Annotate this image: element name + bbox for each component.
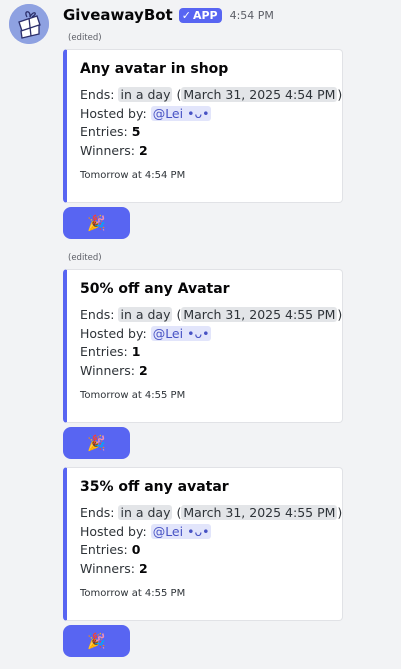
- party-popper-icon: 🎉: [87, 434, 106, 452]
- entries-count: 1: [131, 344, 141, 359]
- ends-relative-timestamp[interactable]: in a day: [118, 307, 173, 322]
- entries-count: 5: [131, 124, 141, 139]
- winners-count: 2: [138, 142, 148, 158]
- ends-line: Ends: in a day (March 31, 2025 4:55 PM): [80, 307, 343, 322]
- app-badge-label: APP: [192, 8, 218, 22]
- winners-label: Winners:: [80, 142, 135, 158]
- embed-footer-timestamp: Tomorrow at 4:54 PM: [80, 170, 186, 181]
- giveaway-embed: Any avatar in shop Ends: in a day (March…: [63, 49, 343, 203]
- winners-count: 2: [138, 560, 148, 576]
- entries-label: Entries:: [80, 344, 128, 359]
- host-mention[interactable]: @Lei •ᴗ•: [150, 523, 212, 539]
- verified-check-icon: ✓: [181, 8, 191, 22]
- enter-giveaway-button[interactable]: 🎉: [63, 625, 130, 657]
- enter-giveaway-button[interactable]: 🎉: [63, 207, 130, 239]
- entries-line: Entries: 5: [80, 123, 330, 142]
- party-popper-icon: 🎉: [87, 632, 106, 650]
- edited-label: (edited): [68, 253, 102, 263]
- winners-line: Winners: 2: [80, 560, 330, 579]
- ends-line: Ends: in a day (March 31, 2025 4:55 PM): [80, 505, 343, 520]
- hosted-line: Hosted by: @Lei •ᴗ•: [80, 325, 330, 344]
- embed-title: Any avatar in shop: [80, 61, 229, 77]
- host-mention[interactable]: @Lei •ᴗ•: [150, 105, 212, 121]
- winners-line: Winners: 2: [80, 142, 330, 161]
- giveaway-bot-avatar-icon: [9, 4, 49, 44]
- message-header: GiveawayBot ✓ APP 4:54 PM: [63, 5, 274, 25]
- entries-line: Entries: 1: [80, 343, 330, 362]
- bot-username[interactable]: GiveawayBot: [63, 6, 173, 24]
- hosted-label: Hosted by:: [80, 523, 147, 539]
- hosted-label: Hosted by:: [80, 325, 147, 341]
- app-badge: ✓ APP: [178, 7, 222, 23]
- ends-label: Ends:: [80, 307, 115, 322]
- host-mention[interactable]: @Lei •ᴗ•: [150, 325, 212, 341]
- ends-relative-timestamp[interactable]: in a day: [118, 505, 173, 520]
- embed-footer-timestamp: Tomorrow at 4:55 PM: [80, 390, 186, 401]
- embed-title: 50% off any Avatar: [80, 281, 230, 297]
- hosted-line: Hosted by: @Lei •ᴗ•: [80, 523, 330, 542]
- winners-line: Winners: 2: [80, 362, 330, 381]
- bot-avatar[interactable]: [9, 4, 49, 44]
- ends-absolute-timestamp[interactable]: March 31, 2025 4:54 PM: [181, 87, 338, 102]
- enter-giveaway-button[interactable]: 🎉: [63, 427, 130, 459]
- ends-absolute-timestamp[interactable]: March 31, 2025 4:55 PM: [181, 505, 338, 520]
- entries-label: Entries:: [80, 124, 128, 139]
- winners-label: Winners:: [80, 560, 135, 576]
- ends-line: Ends: in a day (March 31, 2025 4:54 PM): [80, 87, 343, 102]
- hosted-label: Hosted by:: [80, 105, 147, 121]
- ends-label: Ends:: [80, 505, 115, 520]
- entries-count: 0: [131, 542, 141, 557]
- embed-title: 35% off any avatar: [80, 479, 229, 495]
- message-timestamp[interactable]: 4:54 PM: [230, 9, 274, 22]
- entries-label: Entries:: [80, 542, 128, 557]
- edited-label: (edited): [68, 33, 102, 43]
- entries-line: Entries: 0: [80, 541, 330, 560]
- ends-label: Ends:: [80, 87, 115, 102]
- hosted-line: Hosted by: @Lei •ᴗ•: [80, 105, 330, 124]
- giveaway-embed: 50% off any Avatar Ends: in a day (March…: [63, 269, 343, 423]
- ends-absolute-timestamp[interactable]: March 31, 2025 4:55 PM: [181, 307, 338, 322]
- party-popper-icon: 🎉: [87, 214, 106, 232]
- embed-footer-timestamp: Tomorrow at 4:55 PM: [80, 588, 186, 599]
- giveaway-embed: 35% off any avatar Ends: in a day (March…: [63, 467, 343, 621]
- ends-relative-timestamp[interactable]: in a day: [118, 87, 173, 102]
- winners-label: Winners:: [80, 362, 135, 378]
- winners-count: 2: [138, 362, 148, 378]
